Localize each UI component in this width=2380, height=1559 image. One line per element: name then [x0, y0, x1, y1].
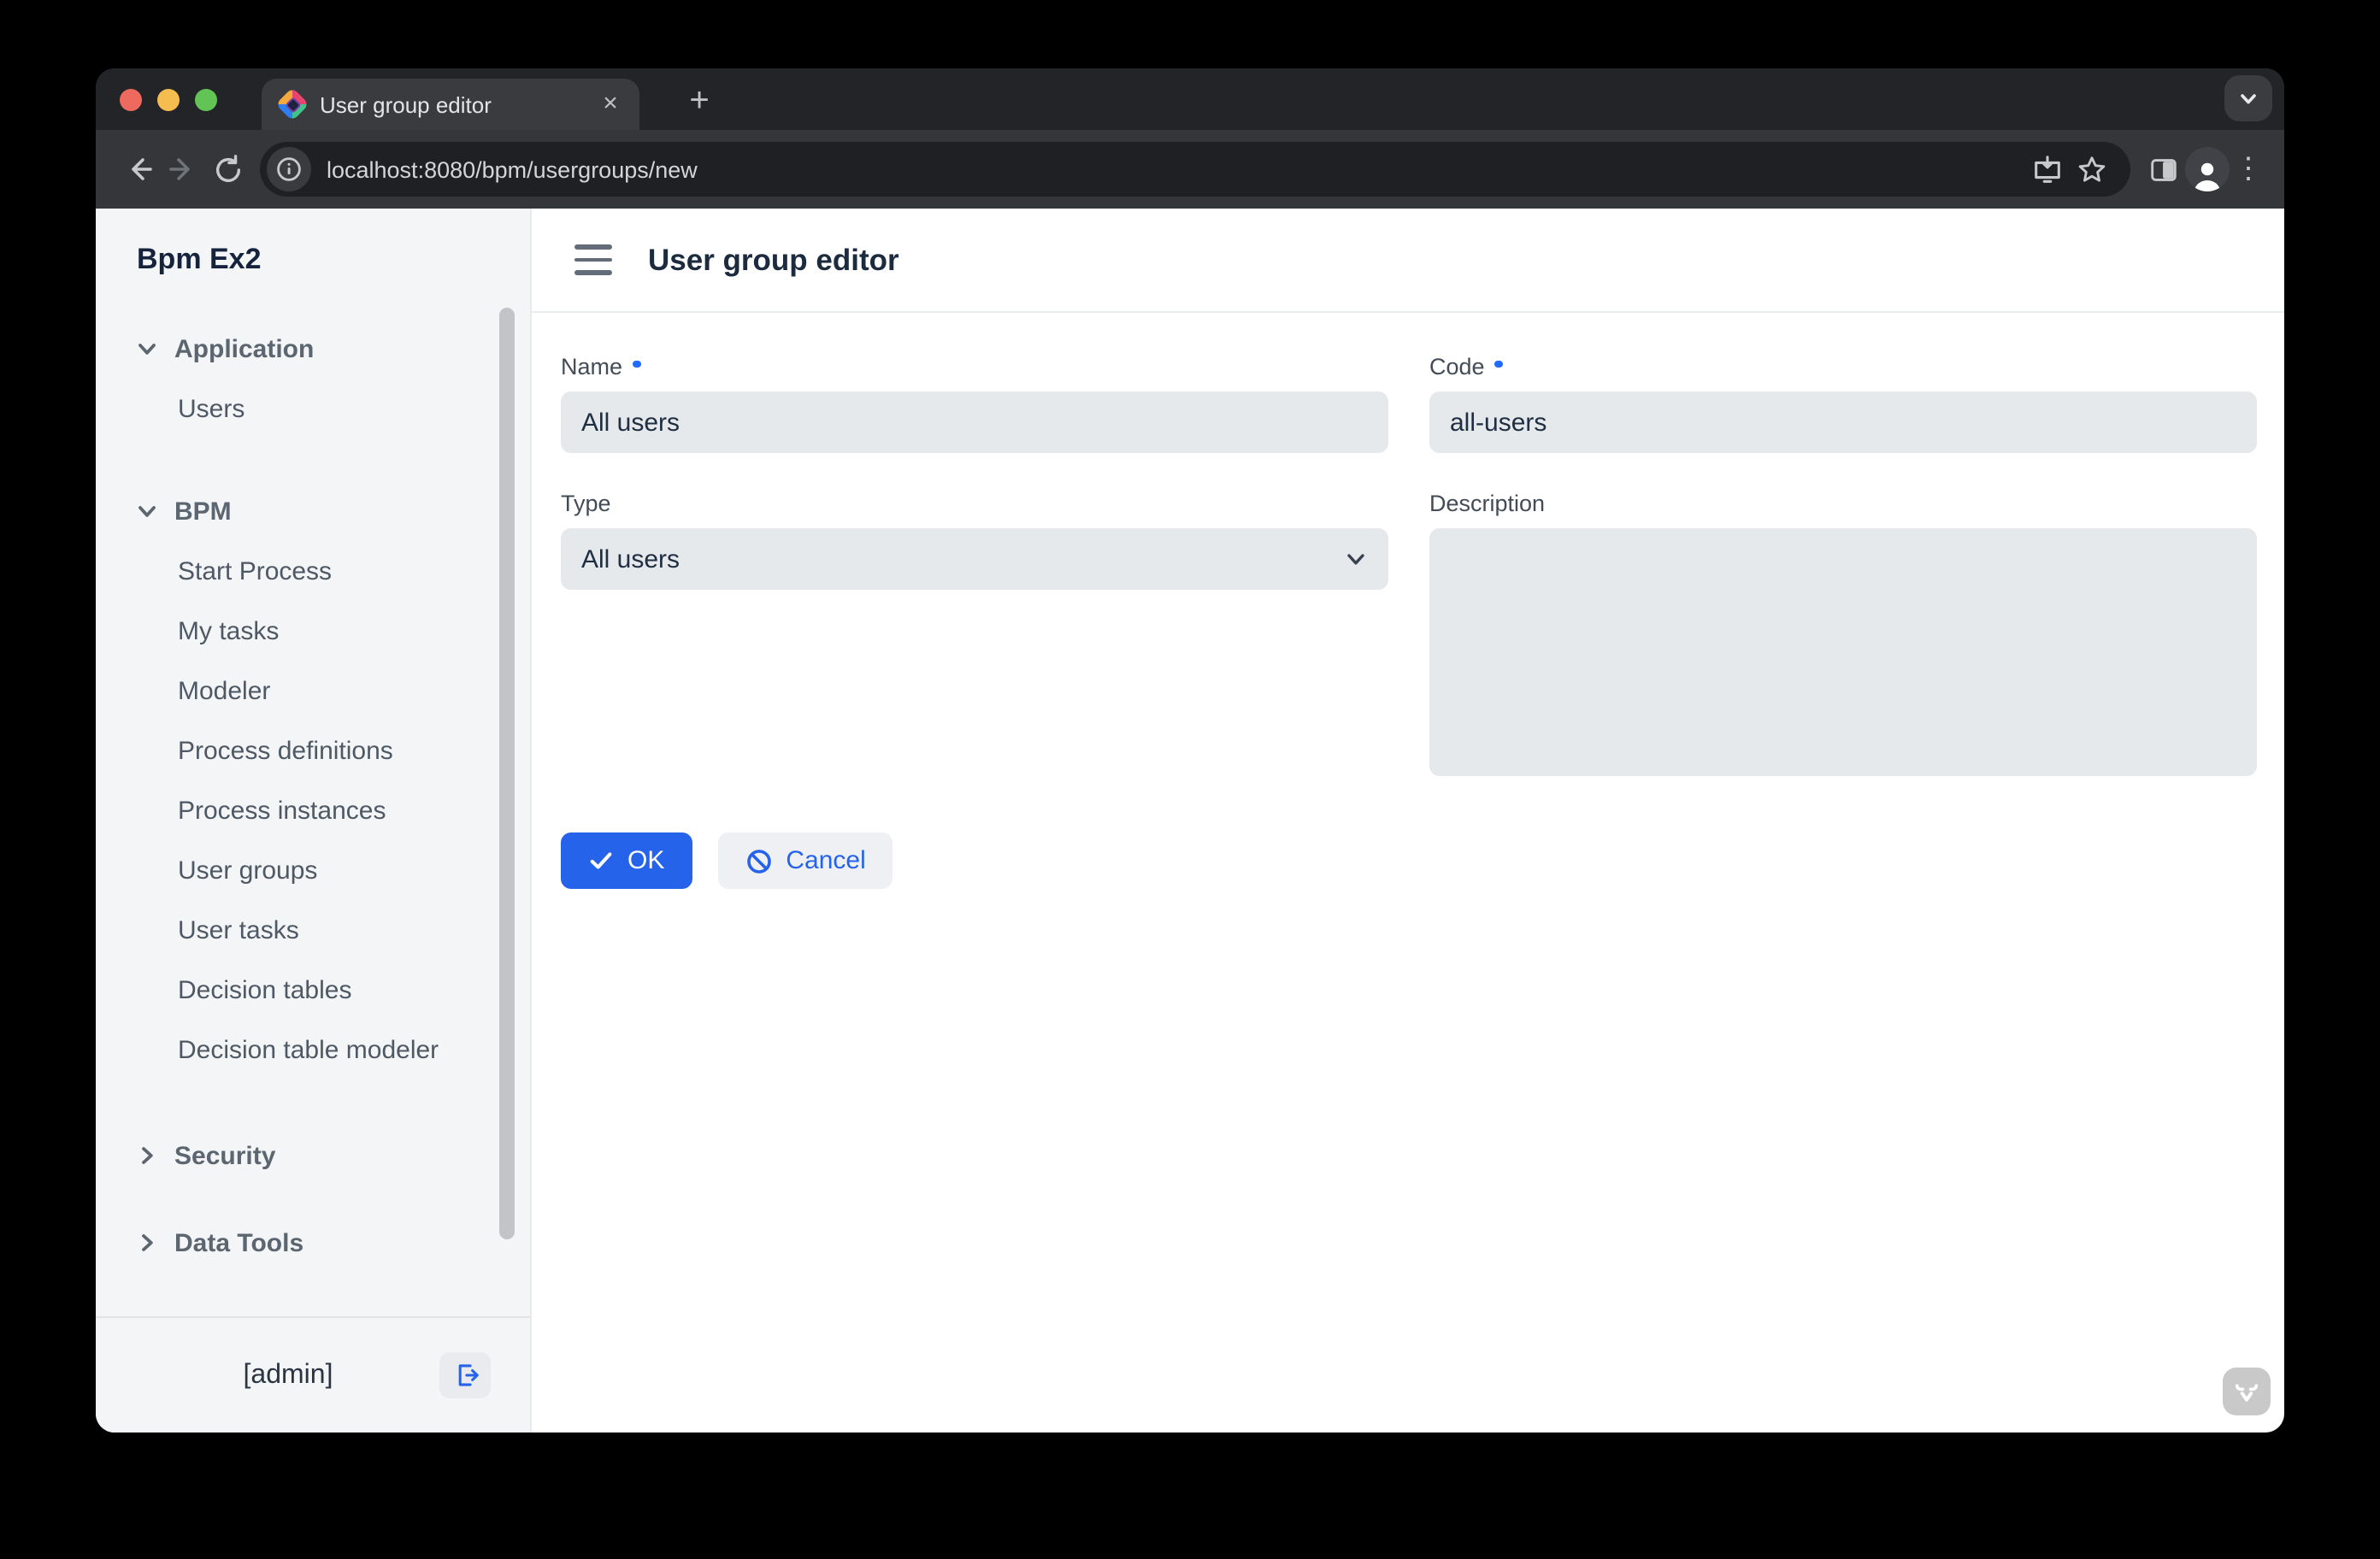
sidebar-nav: Application Users BPM Start Process My t…	[96, 280, 530, 1316]
type-select-value: All users	[581, 544, 1344, 574]
logout-icon	[451, 1361, 480, 1390]
check-icon	[588, 848, 614, 874]
forward-button[interactable]	[161, 147, 205, 191]
chevron-down-icon	[133, 497, 161, 525]
main-header: User group editor	[532, 209, 2284, 313]
close-window-button[interactable]	[120, 89, 142, 111]
current-user-label: [admin]	[137, 1360, 439, 1391]
sidebar-item-my-tasks[interactable]: My tasks	[96, 602, 530, 662]
name-label: Name	[561, 354, 1388, 379]
sidebar-item-decision-table-modeler[interactable]: Decision table modeler	[96, 1021, 530, 1080]
sidebar-section-bpm[interactable]: BPM	[96, 480, 530, 542]
sidebar-scrollbar[interactable]	[499, 308, 515, 1239]
chevron-down-icon	[133, 335, 161, 362]
browser-tab[interactable]: User group editor ×	[262, 79, 639, 130]
browser-window: User group editor × +	[96, 68, 2284, 1433]
required-indicator	[633, 361, 640, 368]
install-app-icon[interactable]	[2024, 147, 2069, 191]
close-tab-icon[interactable]: ×	[595, 89, 626, 120]
sidebar-item-decision-tables[interactable]: Decision tables	[96, 961, 530, 1021]
profile-avatar[interactable]	[2185, 147, 2230, 191]
bookmark-star-icon[interactable]	[2069, 147, 2113, 191]
ok-button[interactable]: OK	[561, 832, 692, 889]
tab-title: User group editor	[320, 91, 595, 117]
app-title: Bpm Ex2	[96, 209, 530, 280]
description-field-group: Description	[1429, 491, 2257, 785]
sidebar-item-user-groups[interactable]: User groups	[96, 841, 530, 901]
back-button[interactable]	[116, 147, 161, 191]
code-label: Code	[1429, 354, 2257, 379]
sidebar-section-data-tools[interactable]: Data Tools	[96, 1212, 530, 1274]
description-textarea[interactable]	[1429, 528, 2257, 776]
sidebar-item-user-tasks[interactable]: User tasks	[96, 901, 530, 961]
form-actions: OK Cancel	[561, 832, 2284, 889]
new-tab-button[interactable]: +	[677, 80, 722, 125]
maximize-window-button[interactable]	[195, 89, 217, 111]
chevron-right-icon	[133, 1229, 161, 1256]
cancel-button[interactable]: Cancel	[717, 832, 892, 889]
section-label: Application	[174, 334, 314, 363]
sidebar-item-modeler[interactable]: Modeler	[96, 662, 530, 721]
type-field-group: Type All users	[561, 491, 1388, 785]
minimize-window-button[interactable]	[157, 89, 180, 111]
jmix-favicon-icon	[279, 91, 306, 118]
page-title: User group editor	[648, 242, 899, 278]
tab-search-button[interactable]	[2224, 75, 2272, 121]
sidebar-footer: [admin]	[96, 1316, 530, 1433]
vaadin-logo-icon	[2231, 1376, 2262, 1407]
logout-button[interactable]	[439, 1352, 491, 1398]
site-info-icon[interactable]	[267, 147, 311, 191]
type-label: Type	[561, 491, 1388, 516]
address-bar[interactable]: localhost:8080/bpm/usergroups/new	[260, 142, 2130, 197]
screen: User group editor × +	[0, 0, 2380, 1559]
name-field-group: Name	[561, 354, 1388, 453]
sidebar-section-security[interactable]: Security	[96, 1125, 530, 1186]
sidebar-item-process-definitions[interactable]: Process definitions	[96, 721, 530, 781]
reload-button[interactable]	[205, 147, 250, 191]
section-label: BPM	[174, 497, 232, 526]
code-field-group: Code	[1429, 354, 2257, 453]
description-label: Description	[1429, 491, 2257, 516]
browser-toolbar: localhost:8080/bpm/usergroups/new ⋮	[96, 130, 2284, 209]
required-indicator	[1495, 361, 1503, 368]
sidebar-item-users[interactable]: Users	[96, 379, 530, 439]
browser-menu-button[interactable]: ⋮	[2230, 152, 2267, 186]
main-pane: User group editor Name Code	[532, 209, 2284, 1433]
sidebar-item-process-instances[interactable]: Process instances	[96, 781, 530, 841]
section-label: Security	[174, 1141, 275, 1170]
section-label: Data Tools	[174, 1228, 303, 1257]
sidebar-section-application[interactable]: Application	[96, 318, 530, 379]
menu-toggle-button[interactable]	[574, 244, 612, 275]
sidebar-item-start-process[interactable]: Start Process	[96, 542, 530, 602]
url-text[interactable]: localhost:8080/bpm/usergroups/new	[327, 156, 2024, 182]
ban-icon	[745, 847, 772, 874]
user-group-form: Name Code Type	[532, 313, 2284, 785]
chevron-right-icon	[133, 1142, 161, 1169]
app-content: Bpm Ex2 Application Users BPM	[96, 209, 2284, 1433]
chevron-down-icon	[1344, 547, 1368, 571]
window-controls	[120, 89, 217, 111]
name-input[interactable]	[561, 391, 1388, 453]
tab-strip: User group editor × +	[96, 68, 2284, 130]
side-panel-icon[interactable]	[2141, 147, 2185, 191]
chevron-down-icon	[2238, 88, 2259, 109]
code-input[interactable]	[1429, 391, 2257, 453]
vaadin-devtools-button[interactable]	[2223, 1368, 2271, 1415]
sidebar: Bpm Ex2 Application Users BPM	[96, 209, 532, 1433]
type-select[interactable]: All users	[561, 528, 1388, 590]
